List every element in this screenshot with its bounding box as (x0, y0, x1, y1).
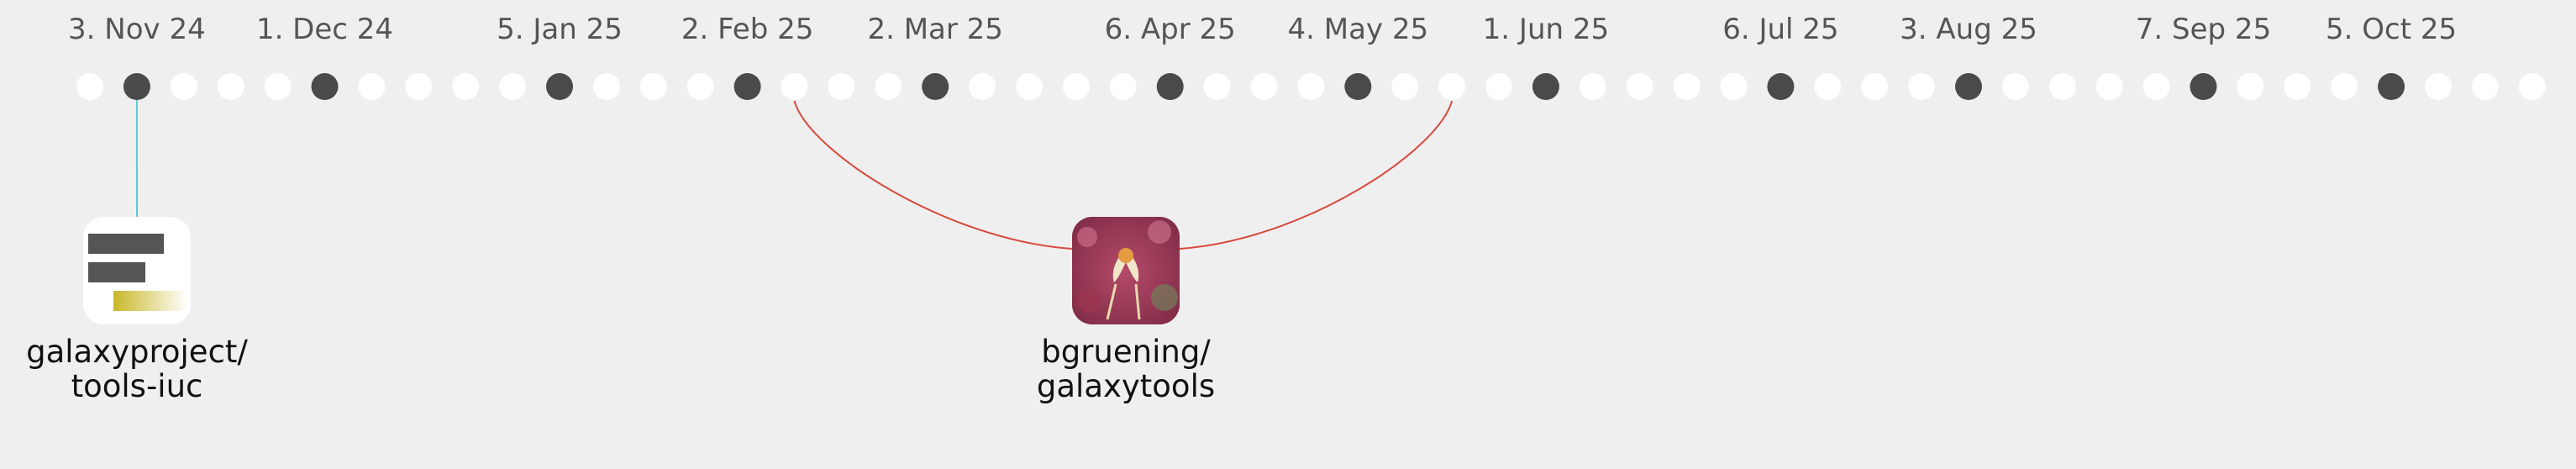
repo-name-tools-iuc: galaxyproject/ tools-iuc (26, 334, 248, 404)
timeline-date-label: 7. Sep 25 (2136, 13, 2271, 46)
timeline-dot[interactable] (1673, 73, 1701, 100)
timeline-dot[interactable] (2331, 73, 2358, 100)
timeline-dot-release[interactable] (733, 73, 761, 100)
timeline-date-label: 2. Feb 25 (681, 13, 814, 46)
timeline-dot-release[interactable] (1156, 73, 1184, 100)
timeline-dot[interactable] (1250, 73, 1278, 100)
timeline-date-label: 6. Jul 25 (1722, 13, 1838, 46)
timeline-dot[interactable] (969, 73, 996, 100)
timeline-dot[interactable] (1485, 73, 1512, 100)
timeline-dot-release[interactable] (546, 73, 573, 100)
timeline-dot[interactable] (2518, 73, 2546, 100)
timeline-dot[interactable] (2142, 73, 2170, 100)
timeline-dot[interactable] (2425, 73, 2452, 100)
timeline-date-label: 1. Dec 24 (256, 13, 393, 46)
timeline-dot[interactable] (639, 73, 667, 100)
connection-links (135, 99, 1454, 250)
timeline-dot[interactable] (1814, 73, 1842, 100)
timeline-date-label: 3. Aug 25 (1900, 13, 2037, 46)
timeline-dot[interactable] (170, 73, 197, 100)
timeline-dot[interactable] (1016, 73, 1043, 100)
timeline-dot-release[interactable] (123, 73, 150, 100)
galaxy-project-logo-icon (83, 217, 191, 324)
timeline-dot[interactable] (686, 73, 714, 100)
timeline-dot-release[interactable] (1767, 73, 1795, 100)
timeline-dot[interactable] (1297, 73, 1325, 100)
timeline-dot[interactable] (405, 73, 433, 100)
timeline-dot[interactable] (1626, 73, 1653, 100)
repo-node-galaxytools[interactable]: bgruening/ galaxytools (1000, 217, 1252, 403)
timeline-dot[interactable] (592, 73, 620, 100)
timeline-dot[interactable] (2284, 73, 2311, 100)
timeline-dot[interactable] (264, 73, 292, 100)
timeline-dot-release[interactable] (922, 73, 949, 100)
timeline-dots (76, 73, 2546, 100)
timeline-date-label: 6. Apr 25 (1105, 13, 1236, 46)
timeline-dot-release[interactable] (2190, 73, 2217, 100)
timeline-dot[interactable] (2048, 73, 2076, 100)
timeline-dot[interactable] (1720, 73, 1748, 100)
timeline-dot[interactable] (452, 73, 480, 100)
timeline-dot-release[interactable] (1532, 73, 1559, 100)
timeline-dot[interactable] (1908, 73, 1936, 100)
timeline-dot-release[interactable] (1955, 73, 1982, 100)
timeline-dot-release[interactable] (2378, 73, 2405, 100)
timeline-date-label: 1. Jun 25 (1483, 13, 1609, 46)
timeline-dot[interactable] (1579, 73, 1606, 100)
timeline-date-label: 4. May 25 (1287, 13, 1428, 46)
timeline-dot[interactable] (828, 73, 855, 100)
timeline-date-label: 3. Nov 24 (68, 13, 206, 46)
repo-node-tools-iuc[interactable]: galaxyproject/ tools-iuc (11, 217, 263, 403)
timeline-dot[interactable] (1391, 73, 1419, 100)
timeline-dot[interactable] (1203, 73, 1231, 100)
timeline-dot[interactable] (2001, 73, 2029, 100)
timeline-dot[interactable] (2471, 73, 2499, 100)
timeline-dot[interactable] (499, 73, 527, 100)
timeline-dot[interactable] (2095, 73, 2123, 100)
timeline-graph: 3. Nov 24 1. Dec 24 5. Jan 25 2. Feb 25 2. M… (0, 0, 2576, 469)
timeline-date-label: 5. Oct 25 (2326, 13, 2457, 46)
timeline-dot[interactable] (781, 73, 808, 100)
timeline-dot[interactable] (76, 73, 103, 100)
repo-name-galaxytools: bgruening/ galaxytools (1036, 334, 1216, 404)
timeline-dot-release[interactable] (311, 73, 339, 100)
timeline-dot[interactable] (217, 73, 244, 100)
timeline-date-labels: 3. Nov 24 1. Dec 24 5. Jan 25 2. Feb 25 2. M… (68, 13, 2457, 46)
timeline-date-label: 5. Jan 25 (497, 13, 623, 46)
timeline-dot[interactable] (2237, 73, 2264, 100)
timeline-dot[interactable] (1062, 73, 1090, 100)
timeline-dot-release[interactable] (1344, 73, 1372, 100)
timeline-dot[interactable] (1438, 73, 1466, 100)
orchid-flower-avatar-icon (1072, 217, 1180, 324)
timeline-date-label: 2. Mar 25 (867, 13, 1002, 46)
timeline-svg: 3. Nov 24 1. Dec 24 5. Jan 25 2. Feb 25 2. M… (68, 13, 2546, 250)
timeline-dot[interactable] (1861, 73, 1889, 100)
timeline-dot[interactable] (1109, 73, 1137, 100)
timeline-dot[interactable] (358, 73, 386, 100)
timeline-dot[interactable] (875, 73, 902, 100)
